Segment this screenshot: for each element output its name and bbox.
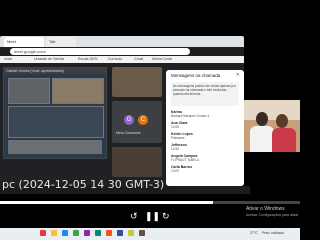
tab-bar: Meet Tab [0, 36, 244, 47]
shared-taskbar [8, 140, 102, 154]
avatar: G [124, 115, 134, 125]
chat-notice: As mensagens podem ser vistas apenas por… [171, 82, 239, 106]
shared-screen: Gabriel Gomes (Você, apresentando) [3, 67, 107, 159]
chat-message: Kelvin Lopes Palmares [171, 132, 239, 140]
shared-tile [52, 78, 104, 104]
bookmark-unidade[interactable]: Unidade de Tarefas [34, 57, 64, 61]
rewind-icon[interactable]: ↺ [130, 211, 138, 222]
participant-video [112, 67, 162, 97]
participant-tile: G C Meio Cuceanne [112, 101, 162, 143]
person-body [272, 128, 296, 152]
bookmark-conta[interactable]: Minha Conta [152, 57, 172, 61]
chat-messages: Karina Bárbara Marques Gomes 1 Ana Clara… [171, 110, 239, 176]
person-body [250, 126, 274, 152]
chat-text: Palmares [171, 136, 185, 140]
activate-windows-title: Ativar o Windows [246, 206, 285, 212]
chat-panel: Mensagens na chamada ✕ As mensagens pode… [166, 70, 244, 186]
taskbar-app-icon[interactable] [40, 230, 46, 236]
video-progress-fill [0, 201, 213, 204]
chat-text: 14:55 [171, 147, 179, 151]
address-bar[interactable]: meet.google.com/ [10, 48, 190, 55]
chat-title: Mensagens na chamada [171, 73, 221, 78]
close-icon[interactable]: ✕ [236, 72, 240, 78]
webcam-video [244, 100, 300, 152]
bookmark-escola[interactable]: Escola SESI [78, 57, 97, 61]
activate-windows-subtitle: Acesse Configurações para ativar [246, 213, 299, 217]
person-head [256, 112, 268, 126]
taskbar-app-icon[interactable] [73, 230, 79, 236]
bookmark-inicio[interactable]: Início [4, 57, 12, 61]
avatar: C [138, 115, 148, 125]
forward-icon[interactable]: ↻ [162, 211, 170, 222]
taskbar-app-icon[interactable] [117, 230, 123, 236]
taskbar-app-icon[interactable] [128, 230, 134, 236]
chat-text: FLIPRAUT TABELA [171, 158, 200, 162]
recording-title: pc (2024-12-05 14 30 GMT-3) [2, 178, 165, 191]
laptop-browser-window: Meet Tab meet.google.com/ Início Unidade… [0, 36, 244, 186]
bookmark-curriculo[interactable]: Currículo [108, 57, 122, 61]
wall [244, 100, 300, 120]
participant-name: Meio Cuceanne [116, 131, 141, 135]
bookmark-gmail[interactable]: Gmail [134, 57, 143, 61]
tab-meet[interactable]: Meet [4, 37, 44, 47]
chat-message: Jefferson 14:55 [171, 143, 239, 151]
taskbar-app-icon[interactable] [62, 230, 68, 236]
video-progress-bar[interactable] [0, 201, 300, 204]
weather-desc: Pred. nublado [262, 231, 284, 235]
tab-other[interactable]: Tab [46, 37, 76, 47]
pause-icon[interactable]: ❚❚ [145, 211, 160, 222]
taskbar-app-icon[interactable] [51, 230, 57, 236]
chat-message: Angela Campos FLIPRAUT TABELA [171, 154, 239, 162]
taskbar-app-icon[interactable] [84, 230, 90, 236]
chat-message: Carla Barros 13:09 [171, 165, 239, 173]
taskbar-app-icon[interactable] [139, 230, 145, 236]
participant-video [112, 147, 162, 177]
chat-message: Karina Bárbara Marques Gomes 1 [171, 110, 239, 118]
chat-message: Ana Clara 14:55 [171, 121, 239, 129]
chat-text: 14:55 [171, 125, 179, 129]
share-label: Gabriel Gomes (Você, apresentando) [4, 68, 106, 74]
taskbar-app-icon[interactable] [95, 230, 101, 236]
shared-tile [8, 78, 50, 104]
shared-tile [8, 106, 104, 138]
person-head [276, 114, 288, 128]
chat-text: 13:09 [171, 169, 179, 173]
weather-temp: 27°C [250, 231, 258, 235]
taskbar-app-icon[interactable] [106, 230, 112, 236]
chat-text: Bárbara Marques Gomes 1 [171, 114, 210, 118]
